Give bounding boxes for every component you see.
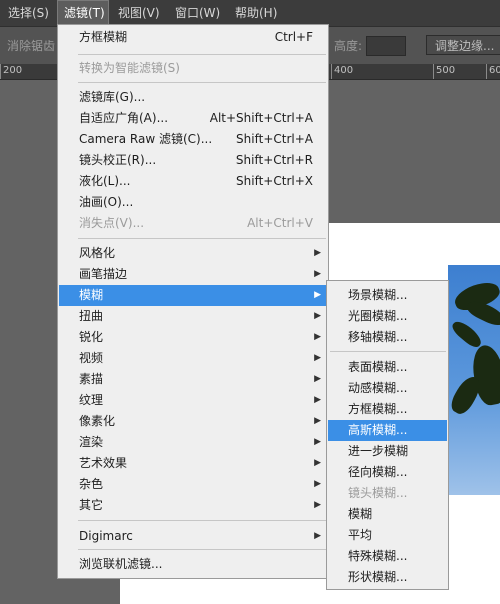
submenu-arrow-icon: ▶ xyxy=(314,374,321,384)
submenu-arrow-icon: ▶ xyxy=(314,416,321,426)
menu-item-browse-online[interactable]: 浏览联机滤镜... xyxy=(59,554,327,575)
blur-item-motion-blur[interactable]: 动感模糊... xyxy=(328,378,447,399)
blur-item-shape-blur[interactable]: 形状模糊... xyxy=(328,567,447,588)
menu-item-convert-smart-filter[interactable]: 转换为智能滤镜(S) xyxy=(59,58,327,79)
blur-item-average[interactable]: 平均 xyxy=(328,525,447,546)
antialias-label: 消除锯齿 xyxy=(7,39,56,53)
ruler-tick xyxy=(331,64,332,79)
blur-item-box-blur[interactable]: 方框模糊... xyxy=(328,399,447,420)
menu-item-vanishing-point[interactable]: 消失点(V)... Alt+Ctrl+V xyxy=(59,213,327,234)
ruler-label-400: 400 xyxy=(334,65,354,76)
separator xyxy=(330,351,446,352)
submenu-video[interactable]: 视频 ▶ xyxy=(59,348,327,369)
submenu-arrow-icon: ▶ xyxy=(314,395,321,405)
submenu-brush-strokes[interactable]: 画笔描边 ▶ xyxy=(59,264,327,285)
submenu-sharpen[interactable]: 锐化 ▶ xyxy=(59,327,327,348)
submenu-arrow-icon: ▶ xyxy=(314,531,321,541)
blur-item-gaussian-blur[interactable]: 高斯模糊... xyxy=(328,420,447,441)
submenu-stylize[interactable]: 风格化 ▶ xyxy=(59,243,327,264)
blur-item-radial-blur[interactable]: 径向模糊... xyxy=(328,462,447,483)
submenu-arrow-icon: ▶ xyxy=(314,479,321,489)
submenu-arrow-icon: ▶ xyxy=(314,332,321,342)
height-label: 高度: xyxy=(334,39,363,53)
blur-item-tilt-shift[interactable]: 移轴模糊... xyxy=(328,327,447,348)
blur-item-lens-blur[interactable]: 镜头模糊... xyxy=(328,483,447,504)
submenu-artistic[interactable]: 艺术效果 ▶ xyxy=(59,453,327,474)
refine-edge-button[interactable]: 调整边缘... xyxy=(426,35,500,55)
submenu-arrow-icon: ▶ xyxy=(314,353,321,363)
separator xyxy=(78,82,326,83)
blur-submenu: 场景模糊... 光圈模糊... 移轴模糊... 表面模糊... 动感模糊... … xyxy=(326,280,449,590)
submenu-arrow-icon: ▶ xyxy=(314,248,321,258)
submenu-pixelate[interactable]: 像素化 ▶ xyxy=(59,411,327,432)
submenu-arrow-icon: ▶ xyxy=(314,500,321,510)
submenu-distort[interactable]: 扭曲 ▶ xyxy=(59,306,327,327)
submenu-render[interactable]: 渲染 ▶ xyxy=(59,432,327,453)
separator xyxy=(78,238,326,239)
menu-filter[interactable]: 滤镜(T) xyxy=(57,0,109,26)
menu-window[interactable]: 窗口(W) xyxy=(169,0,226,26)
menu-help[interactable]: 帮助(H) xyxy=(229,0,283,26)
submenu-arrow-icon: ▶ xyxy=(314,311,321,321)
blur-item-blur[interactable]: 模糊 xyxy=(328,504,447,525)
ruler-label-500: 500 xyxy=(436,65,456,76)
menu-item-liquify[interactable]: 液化(L)... Shift+Ctrl+X xyxy=(59,171,327,192)
ruler-tick xyxy=(433,64,434,79)
separator xyxy=(78,520,326,521)
filter-menu: 方框模糊 Ctrl+F 转换为智能滤镜(S) 滤镜库(G)... 自适应广角(A… xyxy=(57,24,329,579)
blur-item-blur-more[interactable]: 进一步模糊 xyxy=(328,441,447,462)
menubar: 选择(S) 滤镜(T) 视图(V) 窗口(W) 帮助(H) xyxy=(0,0,500,26)
menu-select[interactable]: 选择(S) xyxy=(2,0,55,26)
separator xyxy=(78,549,326,550)
menu-item-filter-gallery[interactable]: 滤镜库(G)... xyxy=(59,87,327,108)
submenu-arrow-icon: ▶ xyxy=(314,290,321,300)
submenu-texture[interactable]: 纹理 ▶ xyxy=(59,390,327,411)
menu-item-last-filter[interactable]: 方框模糊 Ctrl+F xyxy=(59,27,327,48)
palm-tree-photo xyxy=(448,265,500,495)
submenu-arrow-icon: ▶ xyxy=(314,437,321,447)
menu-item-camera-raw[interactable]: Camera Raw 滤镜(C)... Shift+Ctrl+A xyxy=(59,129,327,150)
submenu-digimarc[interactable]: Digimarc ▶ xyxy=(59,526,327,547)
ruler-tick xyxy=(486,64,487,79)
submenu-blur[interactable]: 模糊 ▶ xyxy=(59,285,327,306)
menu-view[interactable]: 视图(V) xyxy=(112,0,166,26)
separator xyxy=(78,54,326,55)
blur-item-smart-blur[interactable]: 特殊模糊... xyxy=(328,546,447,567)
submenu-arrow-icon: ▶ xyxy=(314,458,321,468)
submenu-noise[interactable]: 杂色 ▶ xyxy=(59,474,327,495)
menu-item-adaptive-wide-angle[interactable]: 自适应广角(A)... Alt+Shift+Ctrl+A xyxy=(59,108,327,129)
blur-item-surface-blur[interactable]: 表面模糊... xyxy=(328,357,447,378)
ruler-label-600: 600 xyxy=(489,65,500,76)
ruler-label-200: 200 xyxy=(3,65,23,76)
submenu-sketch[interactable]: 素描 ▶ xyxy=(59,369,327,390)
height-field[interactable] xyxy=(366,36,406,56)
blur-item-field-blur[interactable]: 场景模糊... xyxy=(328,285,447,306)
menu-item-oil-paint[interactable]: 油画(O)... xyxy=(59,192,327,213)
ruler-tick xyxy=(0,64,1,79)
menu-item-lens-correction[interactable]: 镜头校正(R)... Shift+Ctrl+R xyxy=(59,150,327,171)
submenu-arrow-icon: ▶ xyxy=(314,269,321,279)
submenu-other[interactable]: 其它 ▶ xyxy=(59,495,327,516)
blur-item-iris-blur[interactable]: 光圈模糊... xyxy=(328,306,447,327)
